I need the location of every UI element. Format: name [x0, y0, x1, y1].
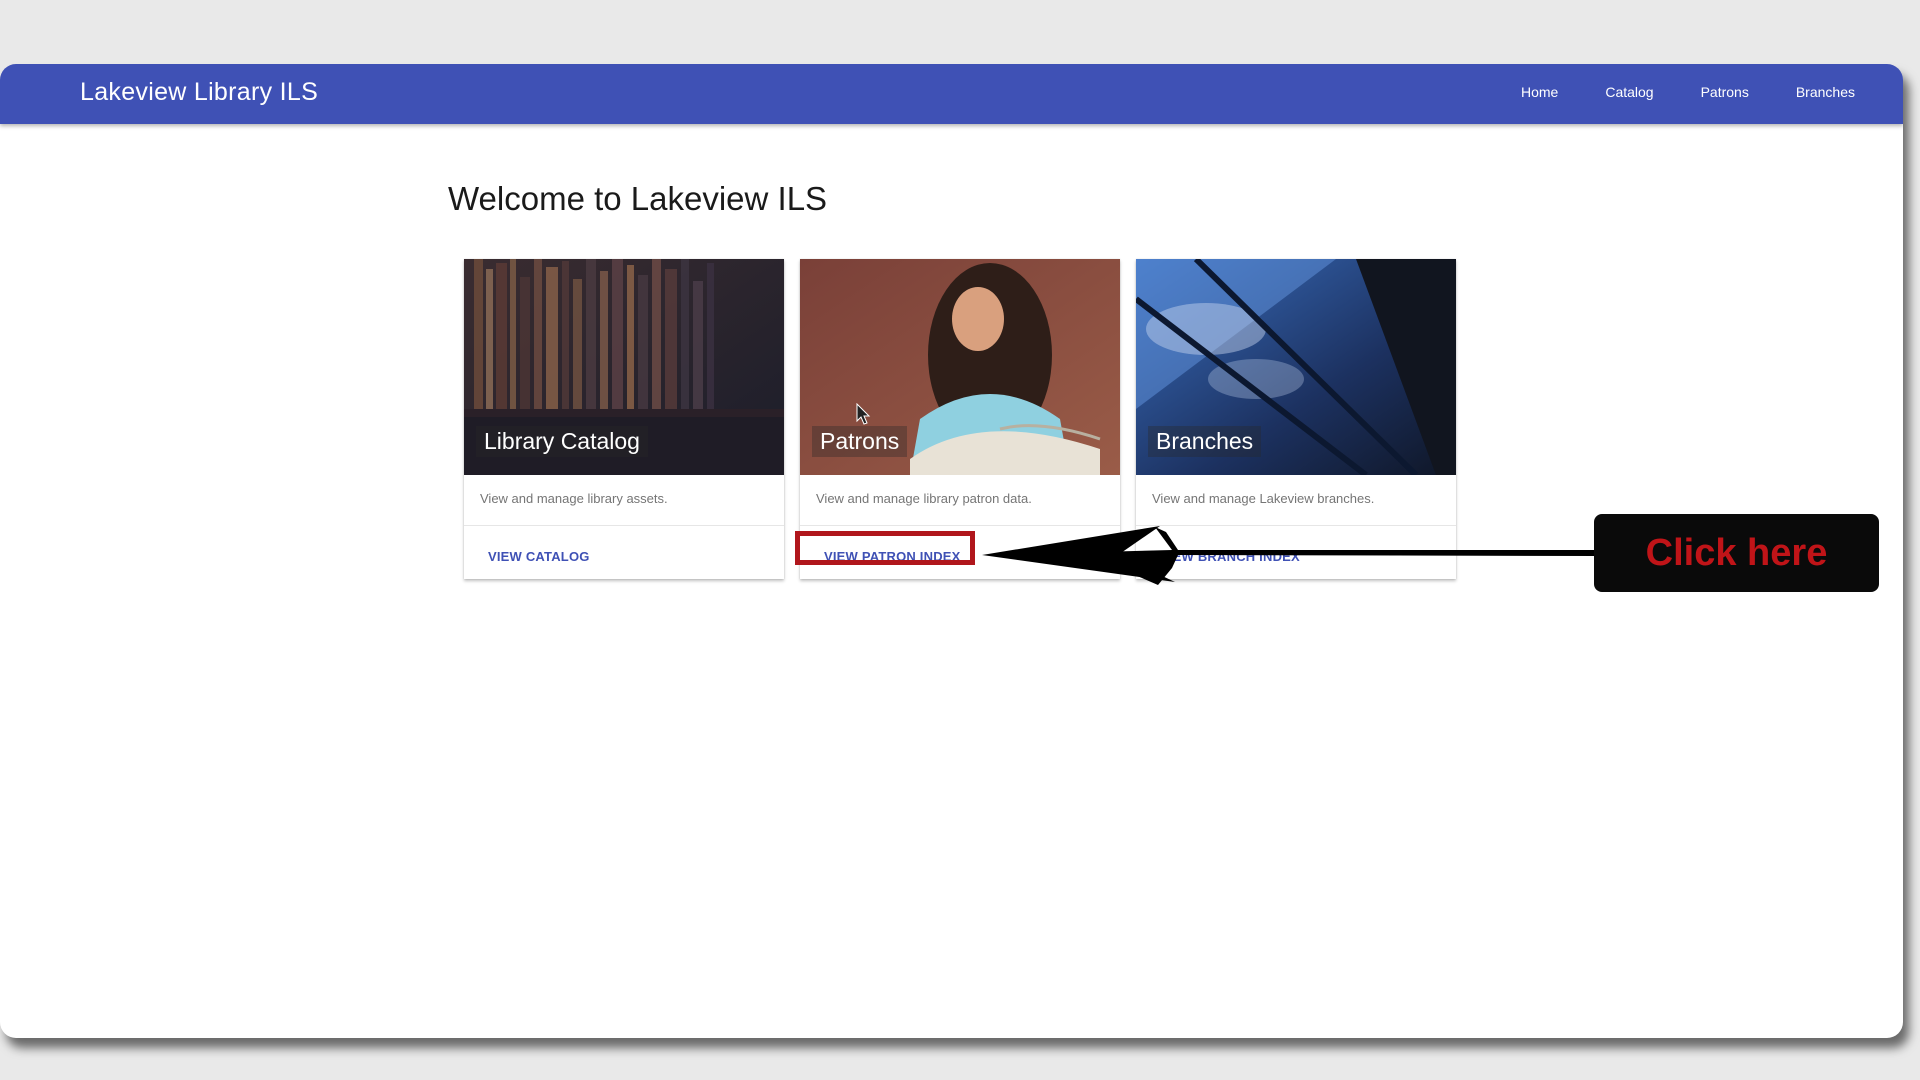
mouse-cursor-icon — [856, 403, 871, 425]
click-here-callout: Click here — [1594, 514, 1879, 592]
callout-text: Click here — [1645, 531, 1828, 574]
